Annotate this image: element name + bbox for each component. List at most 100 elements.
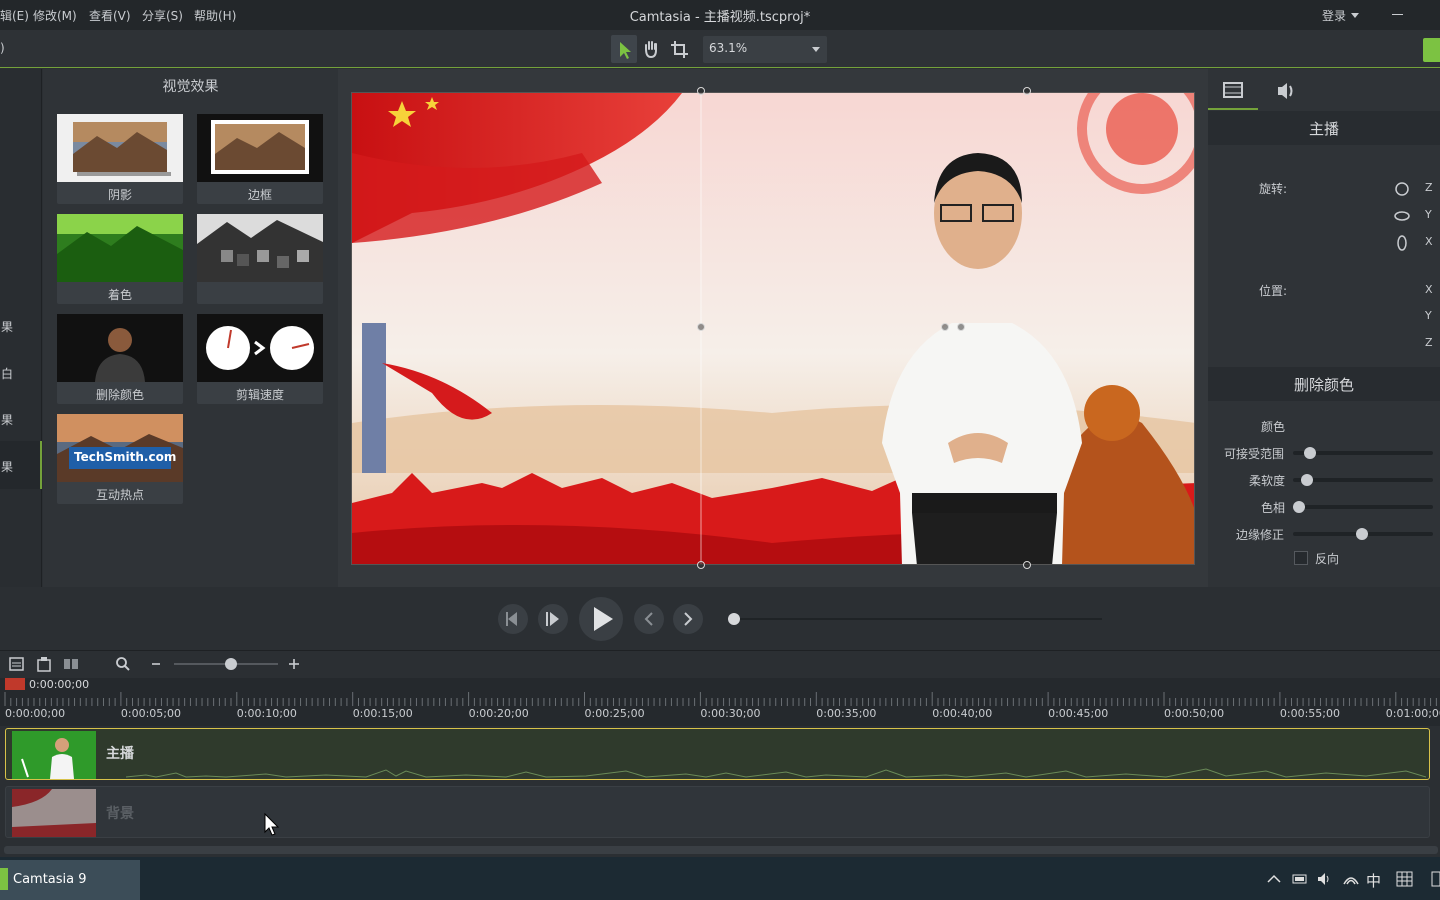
resize-handle[interactable] [697, 561, 705, 569]
taskbar [0, 857, 1440, 900]
search-icon[interactable] [115, 656, 131, 672]
effect-remove-color[interactable]: 删除颜色 [57, 314, 183, 404]
effect-label: 删除颜色 [95, 388, 144, 402]
pan-tool-button[interactable] [638, 35, 664, 63]
defringe-slider-knob[interactable] [1355, 528, 1368, 540]
effects-panel-title: 视觉效果 [162, 79, 219, 95]
play-button[interactable] [579, 597, 623, 641]
ruler-label: 0:00:30;00 [700, 707, 761, 720]
anchor-handle[interactable] [957, 323, 965, 331]
camtasia-icon [0, 868, 8, 890]
sidebar-item-visual-effects[interactable]: 果 [1, 458, 13, 475]
select-tool-button[interactable] [611, 35, 637, 63]
anchor-handle[interactable] [941, 323, 949, 331]
ruler-label: 0:00:50;00 [1164, 707, 1225, 720]
next-icon [684, 612, 693, 626]
step-back-button[interactable] [498, 604, 528, 634]
playhead[interactable] [5, 678, 25, 690]
chevron-up-icon[interactable] [1266, 872, 1282, 886]
effect-blur-region[interactable] [197, 214, 323, 304]
minimize-icon[interactable] [1392, 14, 1403, 15]
rotation-axis-z: Z [1425, 181, 1433, 194]
paste-icon[interactable] [35, 656, 53, 672]
previous-marker-button[interactable] [634, 604, 664, 634]
rotation-axis-x: X [1425, 235, 1433, 248]
softness-slider[interactable] [1293, 478, 1433, 482]
effect-border[interactable]: 边框 [197, 114, 323, 204]
hue-slider[interactable] [1293, 505, 1433, 509]
crop-tool-button[interactable] [666, 35, 692, 63]
audio-waveform [126, 768, 1426, 778]
preview-canvas[interactable] [351, 92, 1195, 565]
wifi-icon[interactable] [1342, 870, 1360, 888]
sidebar-item[interactable]: 果 [1, 318, 13, 335]
chevron-down-icon[interactable] [812, 47, 820, 52]
hue-label: 色相 [1261, 501, 1286, 515]
playback-scrubber[interactable] [734, 618, 1102, 620]
previous-icon [644, 612, 653, 626]
keyboard-grid-icon[interactable] [1396, 871, 1414, 887]
film-icon [1223, 82, 1243, 98]
effect-colorize[interactable]: 着色 [57, 214, 183, 304]
effect-interactive-hotspot[interactable]: TechSmith.com 互动热点 [57, 414, 183, 504]
zoom-in-icon[interactable] [288, 658, 300, 670]
sidebar-item[interactable]: 白 [1, 365, 13, 382]
playback-scrubber-knob[interactable] [728, 613, 740, 625]
next-marker-button[interactable] [673, 604, 703, 634]
effect-clip-speed[interactable]: 剪辑速度 [197, 314, 323, 404]
chevron-down-icon[interactable] [1351, 13, 1359, 18]
step-back-icon [506, 612, 517, 626]
effect-label: 着色 [107, 288, 132, 302]
hand-pan-icon [645, 41, 657, 59]
effect-thumbnail [197, 114, 323, 182]
zoom-out-icon[interactable] [150, 658, 162, 670]
clip-anchor-video[interactable]: 主播 [5, 728, 1430, 780]
effect-thumbnail: TechSmith.com [57, 414, 183, 482]
resize-handle[interactable] [1023, 87, 1031, 95]
invert-label: 反向 [1315, 552, 1340, 566]
clip-properties-title: 主播 [1208, 111, 1440, 145]
notification-icon[interactable] [1428, 870, 1440, 888]
volume-icon[interactable] [1316, 870, 1334, 888]
effect-thumbnail [197, 314, 323, 382]
defringe-label: 边缘修正 [1236, 528, 1285, 542]
playback-bar [0, 587, 1440, 650]
resize-handle[interactable] [697, 87, 705, 95]
position-axis-z: Z [1425, 336, 1433, 349]
invert-checkbox[interactable] [1294, 551, 1308, 565]
clip-background-image[interactable]: 背景 [5, 786, 1430, 838]
battery-icon[interactable] [1291, 872, 1309, 886]
rotation-icons [1394, 182, 1410, 251]
play-icon [594, 607, 613, 631]
tab-audio-properties[interactable] [1260, 72, 1310, 110]
effect-thumbnail [57, 214, 183, 282]
softness-slider-knob[interactable] [1301, 474, 1313, 486]
active-tab-indicator [1208, 108, 1258, 110]
tab-visual-properties[interactable] [1208, 72, 1258, 110]
ruler-label: 0:00:10;00 [236, 707, 297, 720]
effect-label: 剪辑速度 [235, 388, 284, 402]
rotation-label: 旋转: [1259, 182, 1288, 196]
clip-thumbnail [12, 789, 96, 837]
ruler-label: 0:01:00;00 [1385, 707, 1440, 720]
ime-indicator[interactable]: 中 [1366, 870, 1381, 891]
sidebar-item[interactable]: 果 [1, 411, 13, 428]
zoom-value: 63.1% [709, 41, 748, 55]
clip-label: 背景 [106, 806, 134, 822]
center-handle[interactable] [697, 323, 705, 331]
ruler-label: 0:00:05;00 [120, 707, 181, 720]
timeline-horizontal-scrollbar[interactable] [4, 846, 1438, 854]
share-button[interactable] [1423, 38, 1440, 62]
resize-handle[interactable] [1023, 561, 1031, 569]
split-icon[interactable] [62, 656, 80, 672]
toolbar-left-glyph: ) [0, 41, 5, 55]
step-forward-button[interactable] [538, 604, 568, 634]
effect-thumbnail [57, 114, 183, 182]
tolerance-slider-knob[interactable] [1303, 447, 1316, 459]
hue-slider-knob[interactable] [1292, 501, 1305, 513]
ruler-label: 0:00:20;00 [468, 707, 529, 720]
track-list-icon[interactable] [8, 656, 26, 672]
effect-drop-shadow[interactable]: 阴影 [57, 114, 183, 204]
ruler-label: 0:00:45;00 [1048, 707, 1109, 720]
login-button[interactable]: 登录 [1322, 7, 1346, 24]
